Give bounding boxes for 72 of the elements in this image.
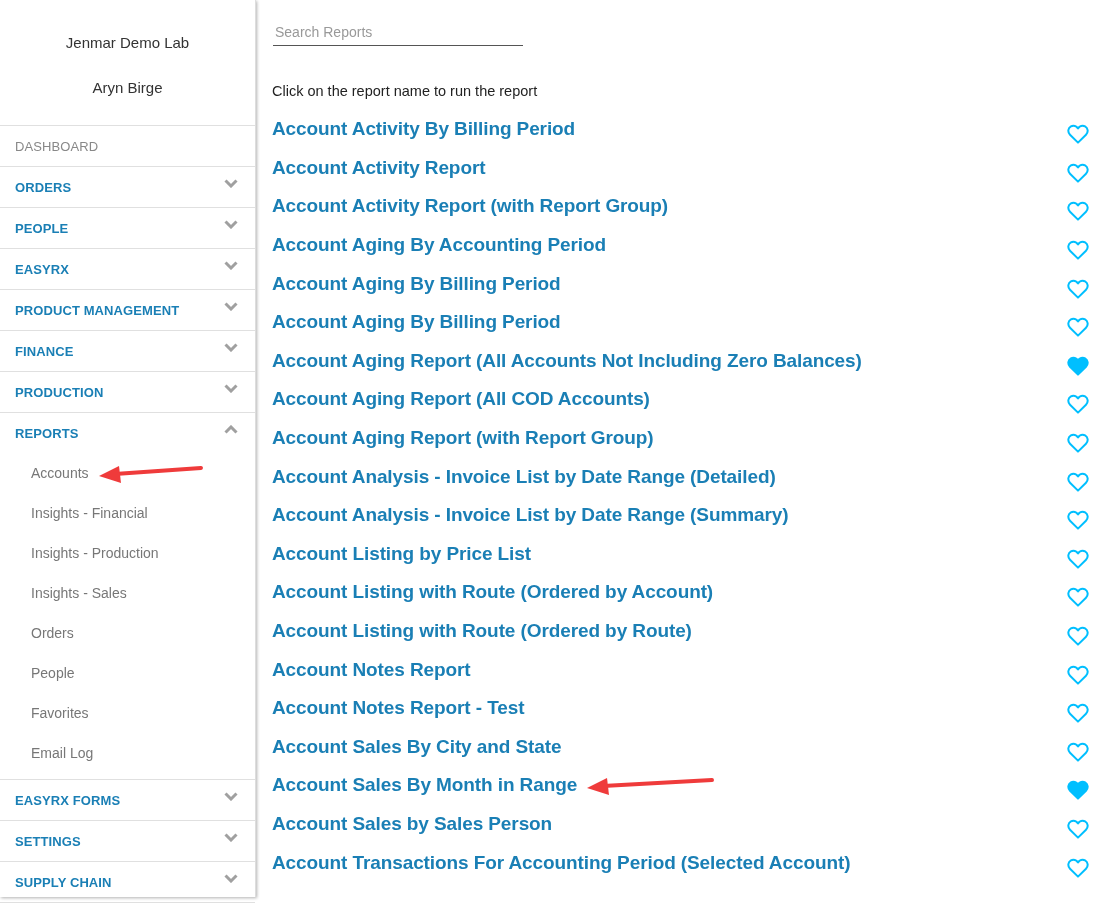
report-link[interactable]: Account Aging By Billing Period: [272, 311, 561, 334]
nav-section[interactable]: PRODUCT MANAGEMENT: [15, 302, 180, 318]
nav-section[interactable]: EASYRX FORMS: [15, 792, 121, 808]
report-link[interactable]: Account Listing by Price List: [272, 542, 531, 565]
heart-icon[interactable]: [1067, 664, 1089, 685]
nav-section[interactable]: SUPPLY CHAIN: [15, 874, 112, 890]
report-link[interactable]: Account Listing with Route (Ordered by Account): [272, 581, 714, 604]
chevron-up-icon: [224, 424, 238, 434]
chevron-down-icon: [224, 260, 238, 270]
nav-section[interactable]: SETTINGS: [15, 833, 81, 849]
nav-section[interactable]: ORDERS: [15, 179, 72, 195]
report-link[interactable]: Account Activity Report: [272, 156, 486, 179]
report-link[interactable]: Account Notes Report: [272, 658, 471, 681]
nav-subitem[interactable]: Accounts: [31, 465, 89, 481]
instruction-text: Click on the report name to run the report: [272, 83, 539, 99]
report-link[interactable]: Account Listing with Route (Ordered by Route): [272, 620, 692, 642]
chevron-down-icon: [224, 342, 238, 352]
heart-icon[interactable]: [1067, 780, 1089, 801]
nav-subitem[interactable]: Insights - Financial: [31, 505, 148, 521]
nav-section[interactable]: PEOPLE: [15, 220, 69, 236]
chevron-down-icon: [224, 219, 238, 229]
nav-subitem[interactable]: Orders: [31, 625, 74, 641]
report-link[interactable]: Account Transactions For Accounting Period (Selected Account): [272, 851, 851, 874]
heart-icon[interactable]: [1067, 548, 1089, 569]
nav-subitem[interactable]: Insights - Production: [31, 545, 159, 561]
heart-icon[interactable]: [1067, 819, 1089, 839]
report-link[interactable]: Account Analysis - Invoice List by Date Range (Summary): [272, 504, 789, 527]
heart-icon[interactable]: [1067, 317, 1089, 338]
heart-icon[interactable]: [1067, 278, 1089, 299]
report-link[interactable]: Account Aging Report (All COD Accounts): [272, 388, 650, 411]
heart-icon[interactable]: [1067, 510, 1089, 531]
nav-subitem[interactable]: Favorites: [31, 705, 89, 721]
nav-section[interactable]: REPORTS: [15, 425, 79, 441]
nav-subitem[interactable]: Email Log: [31, 745, 94, 761]
heart-icon[interactable]: [1067, 471, 1089, 492]
org-name: Jenmar Demo Lab: [65, 34, 190, 51]
report-link[interactable]: Account Activity By Billing Period: [272, 118, 576, 141]
heart-icon[interactable]: [1067, 240, 1089, 261]
heart-icon[interactable]: [1067, 124, 1089, 145]
nav-subitem[interactable]: Insights - Sales: [31, 585, 127, 601]
report-link[interactable]: Account Aging By Accounting Period: [272, 234, 607, 257]
user-name: Aryn Birge: [92, 79, 163, 96]
heart-icon[interactable]: [1067, 703, 1089, 724]
heart-icon[interactable]: [1067, 355, 1089, 376]
heart-icon[interactable]: [1067, 741, 1089, 762]
chevron-down-icon: [224, 383, 238, 393]
report-link[interactable]: Account Sales By Month in Range: [272, 774, 578, 797]
report-link[interactable]: Account Notes Report - Test: [272, 697, 525, 720]
heart-icon[interactable]: [1067, 394, 1089, 415]
heart-icon[interactable]: [1067, 626, 1089, 646]
heart-icon[interactable]: [1067, 857, 1089, 878]
report-link[interactable]: Account Sales By City and State: [272, 735, 562, 758]
report-link[interactable]: Account Analysis - Invoice List by Date Range (Detailed): [272, 465, 776, 488]
heart-icon[interactable]: [1067, 201, 1089, 222]
report-link[interactable]: Account Aging Report (with Report Group): [272, 427, 654, 450]
report-link[interactable]: Account Activity Report (with Report Group): [272, 195, 669, 218]
nav-subitem[interactable]: People: [31, 665, 75, 681]
report-link[interactable]: Account Sales by Sales Person: [272, 813, 553, 835]
chevron-down-icon: [224, 301, 238, 311]
heart-icon[interactable]: [1067, 587, 1089, 608]
heart-icon[interactable]: [1067, 162, 1089, 183]
nav-section[interactable]: PRODUCTION: [15, 384, 104, 400]
chevron-down-icon: [224, 791, 238, 801]
chevron-down-icon: [224, 178, 238, 188]
chevron-down-icon: [224, 832, 238, 842]
heart-icon[interactable]: [1067, 433, 1089, 454]
nav-link[interactable]: DASHBOARD: [15, 138, 99, 154]
nav-section[interactable]: FINANCE: [15, 343, 74, 359]
report-link[interactable]: Account Aging By Billing Period: [272, 272, 561, 295]
report-link[interactable]: Account Aging Report (All Accounts Not Including Zero Balances): [272, 349, 862, 372]
nav-section[interactable]: EASYRX: [15, 261, 70, 277]
chevron-down-icon: [224, 873, 238, 883]
